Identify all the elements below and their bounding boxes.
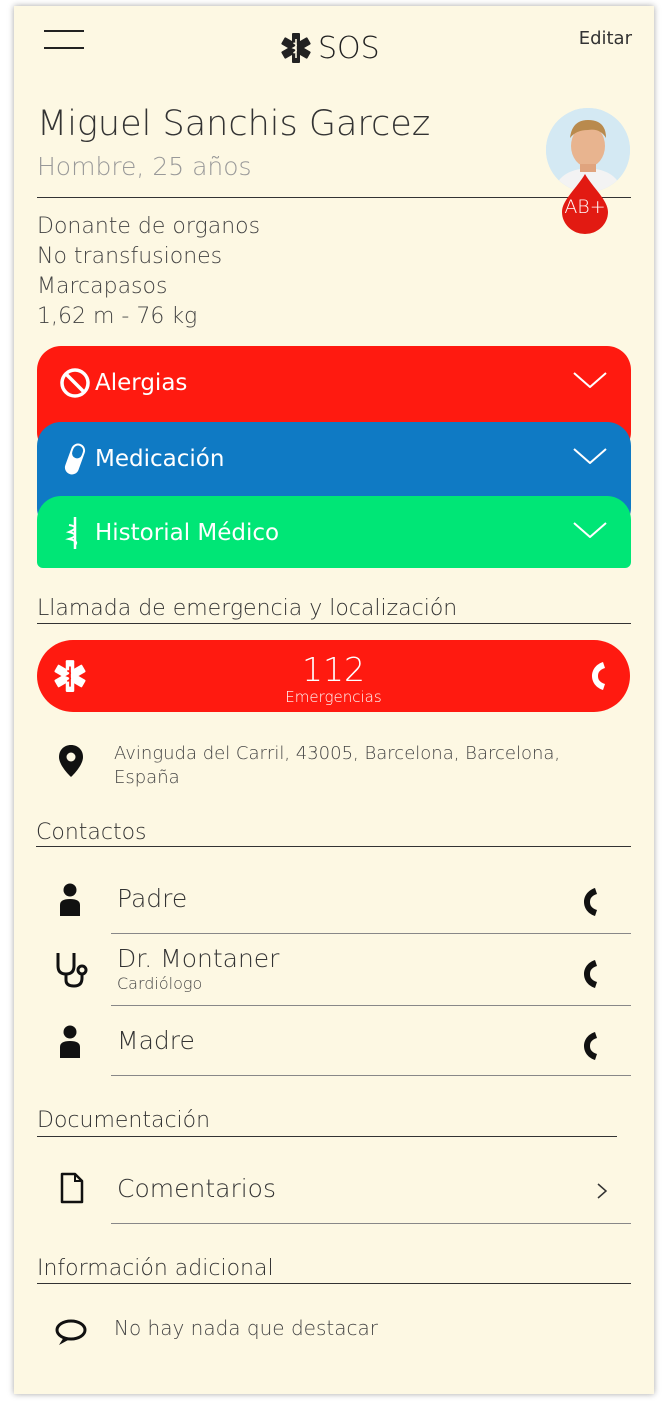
documentation-divider [37,1136,617,1137]
phone-icon[interactable] [582,1030,600,1062]
contact-name: Dr. Montaner [117,944,280,973]
contacts-heading: Contactos [36,820,147,845]
speech-bubble-icon [55,1319,87,1345]
contact-row-madre[interactable]: Madre [14,1010,654,1074]
emergency-number: 112 [302,650,365,689]
phone-icon [592,662,605,690]
caduceus-icon [65,517,78,549]
documentation-row-divider [111,1223,631,1224]
chevron-down-icon [573,448,607,464]
location-pin-icon [59,745,83,777]
info-height-weight: 1,62 m - 76 kg [37,304,198,329]
emergency-label: Emergencias [285,688,382,706]
patient-subtitle: Hombre, 25 años [37,152,252,181]
blood-type-badge: AB+ [564,196,606,218]
contact-role: Cardiólogo [117,974,203,993]
app-title: SOS [280,28,380,68]
contact-divider [111,1075,631,1076]
person-icon [60,1025,80,1058]
document-icon [60,1172,84,1204]
info-pacemaker: Marcapasos [37,274,168,299]
comments-row[interactable]: Comentarios [14,1156,654,1220]
phone-icon[interactable] [582,958,600,990]
info-organ-donor: Donante de organos [37,214,261,239]
emergency-divider [37,623,631,624]
contact-name: Padre [117,884,188,913]
app-title-text: SOS [318,30,380,66]
prohibited-icon [60,368,90,398]
patient-name: Miguel Sanchis Garcez [37,104,431,144]
medical-history-section[interactable]: Historial Médico [37,496,631,568]
contact-row-dr-montaner[interactable]: Dr. Montaner Cardiólogo [14,936,654,1004]
comments-label: Comentarios [117,1174,276,1203]
contacts-divider [36,846,631,847]
additional-info-divider [37,1283,631,1284]
additional-info-text: No hay nada que destacar [114,1316,378,1340]
star-of-life-icon [281,33,311,63]
contact-row-padre[interactable]: Padre [14,868,654,932]
location-address: Avinguda del Carril, 43005, Barcelona, B… [114,743,561,788]
menu-icon[interactable] [44,28,84,50]
app-screen: SOS Editar Miguel Sanchis Garcez Hombre,… [14,6,654,1394]
contact-divider [111,1005,631,1006]
phone-icon[interactable] [582,886,600,918]
contact-name: Madre [117,1026,195,1055]
chevron-down-icon [573,522,607,538]
info-transfusions: No transfusiones [37,244,223,269]
chevron-down-icon [573,372,607,388]
additional-info-heading: Información adicional [37,1256,274,1281]
edit-button[interactable]: Editar [579,28,632,49]
documentation-heading: Documentación [37,1108,211,1133]
medical-history-label: Historial Médico [95,520,280,546]
contact-divider [111,933,631,934]
stethoscope-icon [56,953,88,988]
emergency-heading: Llamada de emergencia y localización [37,596,458,621]
pill-icon [64,443,86,475]
allergies-label: Alergias [95,370,188,396]
emergency-call-button[interactable]: 112 Emergencias [37,640,630,712]
profile-divider [37,197,631,198]
person-icon [60,883,80,916]
medication-label: Medicación [95,446,225,472]
chevron-right-icon [597,1183,608,1199]
